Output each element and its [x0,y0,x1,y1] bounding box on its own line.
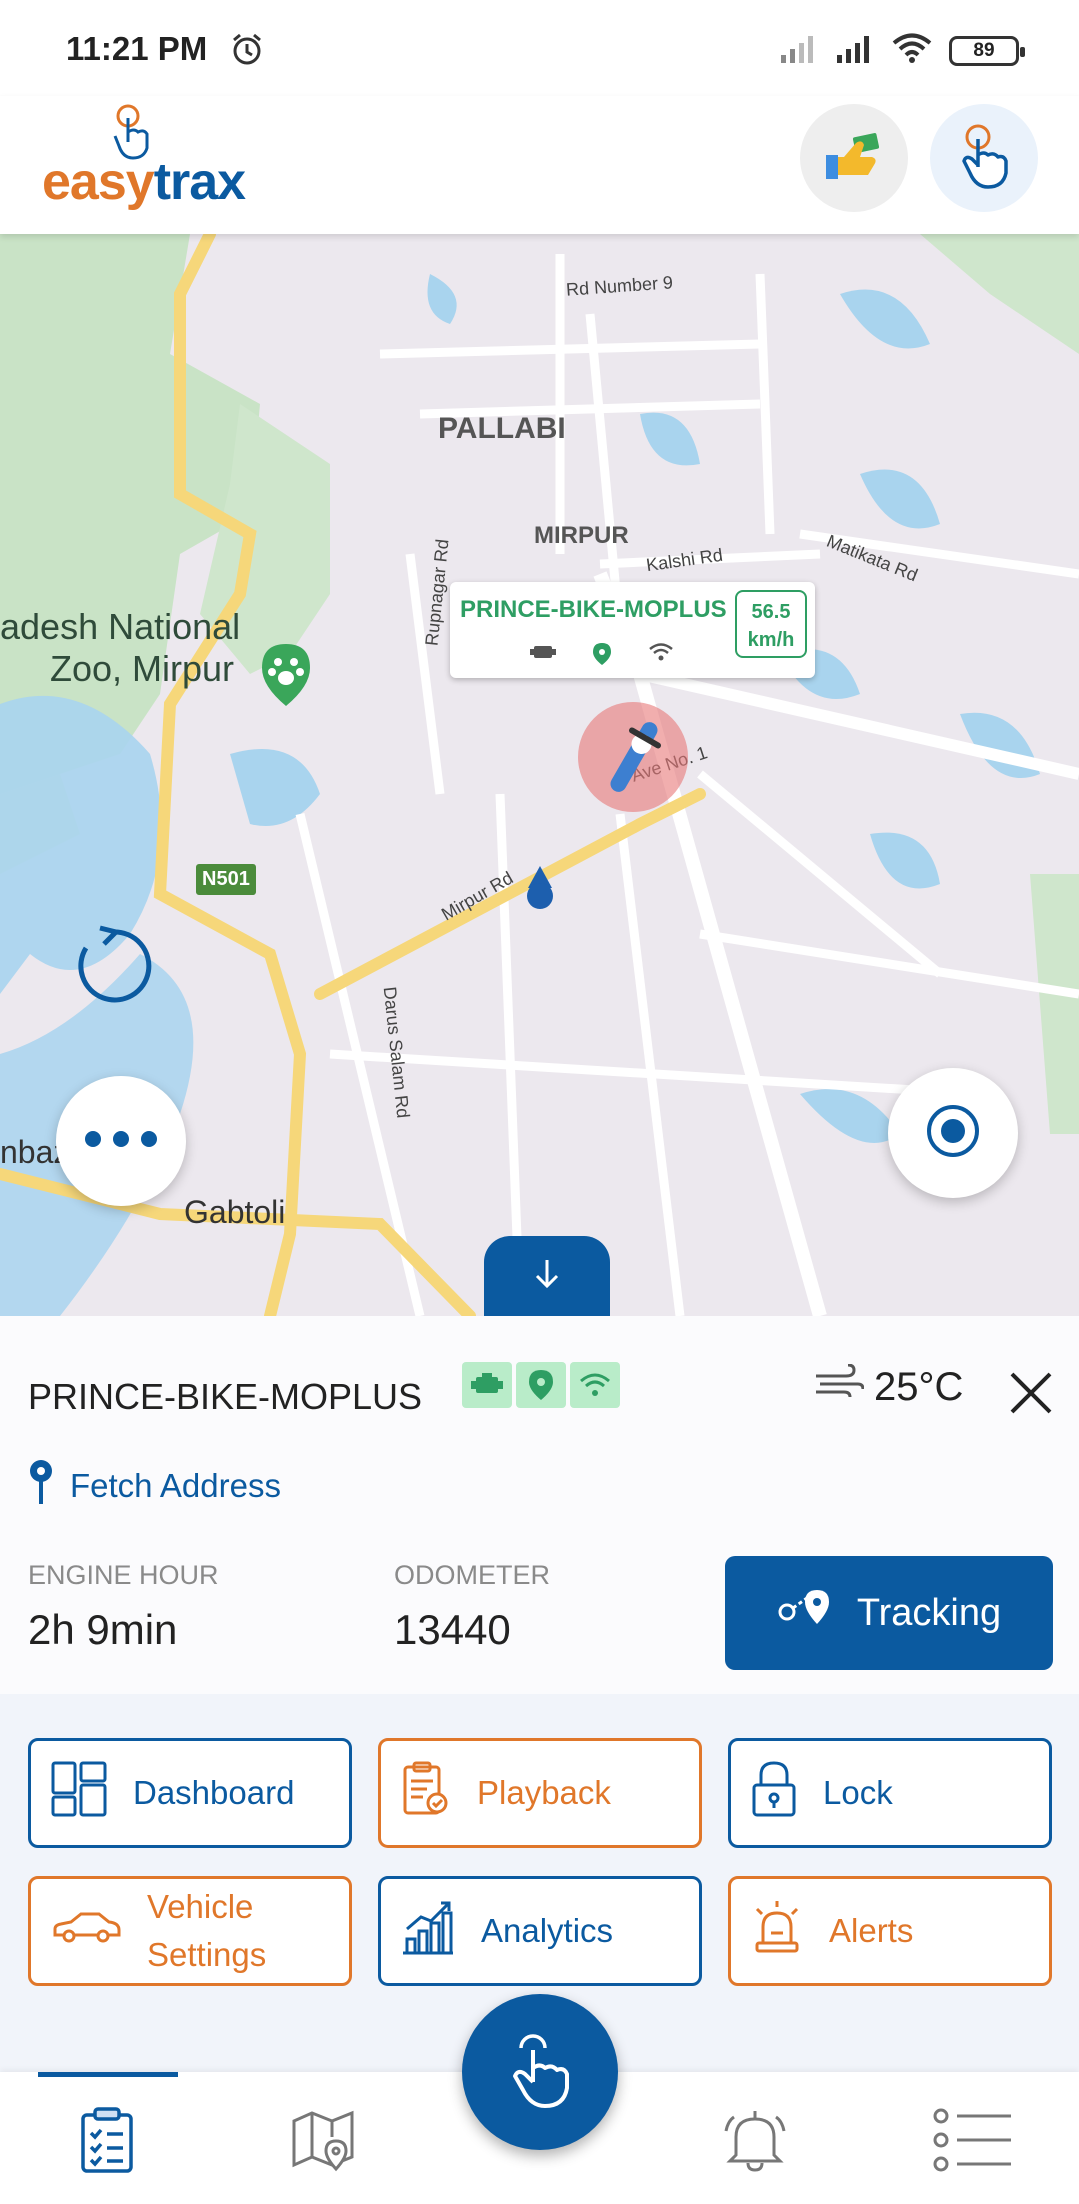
more-options-button[interactable] [56,1076,186,1206]
nav-clipboard[interactable] [62,2102,152,2182]
alert-siren-icon [751,1899,803,1963]
clipboard-check-icon [401,1761,451,1825]
battery-indicator: 89 [949,35,1025,66]
vehicle-card-name: PRINCE-BIKE-MOPLUS [460,596,727,623]
more-dots-icon [81,1129,161,1154]
wallet-icon [824,131,884,186]
map-label-zoo-1: adesh National [0,606,241,647]
center-touch-button[interactable] [462,1994,618,2150]
touch-hand-icon [956,123,1012,194]
fetch-address-label: Fetch Address [70,1467,281,1504]
car-icon [51,1911,121,1951]
arrow-down-icon [532,1256,562,1297]
weather-display: 25°C [814,1363,964,1410]
alerts-button[interactable]: Alerts [728,1876,1052,1986]
app-logo: easytrax [42,152,246,212]
tap-hand-icon [505,2028,575,2117]
tracking-label: Tracking [856,1591,1002,1634]
vehicle-marker[interactable] [578,702,688,812]
wind-icon [814,1363,865,1410]
wifi-icon [891,32,933,69]
status-time: 11:21 PM [66,30,208,67]
nav-notifications[interactable] [710,2102,800,2182]
bell-icon [722,2107,788,2178]
zoo-poi-icon [258,642,314,713]
map-view[interactable]: PALLABI MIRPUR adesh National Zoo, Mirpu… [0,234,1079,1316]
bike-icon [606,712,662,807]
nav-map[interactable] [278,2102,368,2182]
active-tab-indicator [38,2072,178,2077]
vehicle-settings-label-2: Settings [147,1936,267,1973]
dashboard-label: Dashboard [133,1774,295,1811]
analytics-label: Analytics [481,1912,614,1949]
tracking-button[interactable]: Tracking [725,1556,1053,1670]
alarm-icon [230,32,264,71]
playback-label: Playback [477,1774,611,1811]
collapse-panel-button[interactable] [484,1236,610,1316]
logo-easy: easy [42,153,155,211]
map-label-zoo-2: Zoo, Mirpur [50,648,235,689]
locate-button[interactable] [888,1068,1018,1198]
network-status-badge [570,1362,620,1408]
close-icon[interactable] [1006,1368,1056,1423]
analytics-button[interactable]: Analytics [378,1876,702,1986]
refresh-icon[interactable] [72,924,156,1013]
analytics-chart-icon [401,1899,455,1963]
clipboard-list-icon [79,2106,135,2178]
vehicle-settings-label-1: Vehicle [147,1888,254,1925]
app-header: easytrax [0,96,1079,234]
odometer-label: ODOMETER [394,1560,551,1590]
gps-icon [592,642,612,671]
lock-button[interactable]: Lock [728,1738,1052,1848]
map-label-mirpur: MIRPUR [534,522,629,549]
gps-status-badge [516,1362,566,1408]
vehicle-speed-badge: 56.5 km/h [735,590,807,658]
engine-hour-label: ENGINE HOUR [28,1560,219,1590]
network-icon [648,642,674,671]
temperature: 25°C [874,1364,964,1409]
location-pin-icon [26,1458,56,1514]
engine-status-badge [462,1362,512,1408]
my-location-pin [522,864,558,919]
vehicle-speed-value: 56.5 [751,601,791,623]
engine-hour-value: 2h 9min [28,1606,178,1653]
status-bar: 11:21 PM 89 [0,0,1079,96]
list-menu-icon [933,2108,1013,2177]
tracking-route-icon [777,1584,833,1642]
map-icon [290,2107,356,2178]
lock-icon [751,1761,797,1825]
fetch-address-link[interactable]: Fetch Address [26,1458,281,1514]
vehicle-speed-unit: km/h [747,629,795,651]
signal-icon-2 [835,33,875,68]
wallet-button[interactable] [800,104,908,212]
dashboard-icon [51,1761,107,1825]
highway-shield: N501 [196,864,256,895]
vehicle-settings-button[interactable]: Vehicle Settings [28,1876,352,1986]
nav-menu[interactable] [928,2102,1018,2182]
touch-menu-button[interactable] [930,104,1038,212]
map-label-gabtoli: Gabtoli [184,1194,286,1230]
engine-icon [530,642,556,671]
lock-label: Lock [823,1774,893,1811]
signal-icon-1 [779,33,819,68]
odometer-value: 13440 [394,1606,511,1653]
playback-button[interactable]: Playback [378,1738,702,1848]
map-label-pallabi: PALLABI [438,412,566,445]
target-icon [925,1103,981,1164]
dashboard-button[interactable]: Dashboard [28,1738,352,1848]
logo-trax: trax [153,153,246,211]
vehicle-settings-label: Vehicle Settings [147,1883,266,1979]
vehicle-name: PRINCE-BIKE-MOPLUS [28,1376,423,1417]
vehicle-info-card[interactable]: PRINCE-BIKE-MOPLUS 56.5 km/h [450,582,815,678]
alerts-label: Alerts [829,1912,914,1949]
